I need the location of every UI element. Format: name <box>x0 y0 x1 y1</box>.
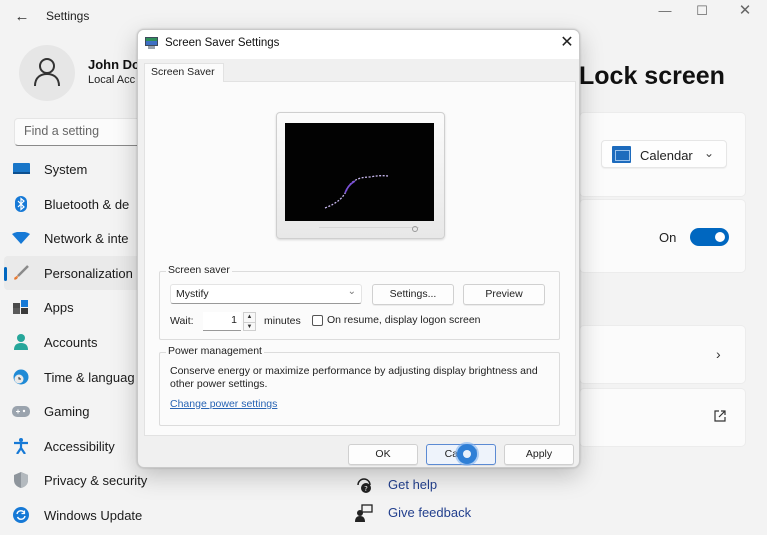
lock-screen-status-dropdown[interactable]: Calendar ⌄ <box>601 140 727 168</box>
feedback-icon <box>355 504 373 522</box>
change-power-settings-link[interactable]: Change power settings <box>170 398 277 410</box>
bluetooth-icon <box>12 195 30 212</box>
apply-button[interactable]: Apply <box>504 444 574 465</box>
close-window-button[interactable]: ✕ <box>730 2 760 22</box>
sidebar-item-bluetooth[interactable]: Bluetooth & de <box>0 187 150 222</box>
click-cursor-indicator <box>457 444 477 464</box>
external-link-icon[interactable] <box>713 409 727 423</box>
feedback-label: Give feedback <box>388 505 472 520</box>
sidebar-item-label: Apps <box>44 300 74 316</box>
apps-icon <box>12 299 30 315</box>
screen-saver-preview-monitor <box>276 112 445 239</box>
preview-screen <box>285 123 434 221</box>
group-legend: Screen saver <box>166 264 232 276</box>
monitor-stand-bar <box>319 227 419 233</box>
maximize-button[interactable]: ☐ <box>687 2 717 22</box>
brush-icon <box>12 264 30 281</box>
sidebar-item-windows-update[interactable]: Windows Update <box>0 498 150 533</box>
sidebar-item-system[interactable]: System <box>0 152 150 187</box>
search-placeholder: Find a setting <box>24 124 100 138</box>
power-description: Conserve energy or maximize performance … <box>170 365 538 390</box>
calendar-icon <box>612 146 631 163</box>
lock-screen-toggle[interactable] <box>690 228 729 246</box>
chevron-down-icon: ⌄ <box>347 286 356 297</box>
svg-text:?: ? <box>364 485 368 493</box>
logon-screen-checkbox-label[interactable]: On resume, display logon screen <box>327 314 481 326</box>
sidebar-item-label: System <box>44 162 88 177</box>
chevron-right-icon[interactable]: › <box>716 346 721 362</box>
power-management-group: Power management Conserve energy or maxi… <box>159 345 560 426</box>
tab-screen-saver[interactable]: Screen Saver <box>144 63 224 82</box>
sidebar-item-label: Gaming <box>44 404 90 420</box>
accessibility-icon <box>12 437 30 454</box>
sidebar-item-time-language[interactable]: Time & languag <box>0 360 150 395</box>
active-indicator <box>4 266 7 281</box>
page-title: Lock screen <box>579 62 725 90</box>
settings-button[interactable]: Settings... <box>372 284 454 305</box>
sidebar-item-label: Time & languag <box>44 369 135 385</box>
group-legend: Power management <box>166 345 264 357</box>
tab-panel: Screen saver Mystify ⌄ Settings... Previ… <box>144 81 576 436</box>
sidebar-item-network[interactable]: Network & inte <box>0 221 150 256</box>
help-label: Get help <box>388 477 438 492</box>
update-icon <box>12 506 30 523</box>
sidebar-item-label: Windows Update <box>44 507 143 523</box>
sidebar-item-label: Personalization <box>44 265 133 281</box>
spin-down-icon[interactable]: ▼ <box>244 322 255 330</box>
dropdown-value: Calendar <box>640 148 693 163</box>
sidebar-item-label: Privacy & security <box>44 473 148 489</box>
minimize-button[interactable]: — <box>650 2 680 22</box>
sidebar-item-accessibility[interactable]: Accessibility <box>0 429 150 464</box>
spin-up-icon[interactable]: ▲ <box>244 313 255 321</box>
wifi-icon <box>12 230 30 246</box>
ok-button[interactable]: OK <box>348 444 418 465</box>
search-input[interactable]: Find a setting <box>14 118 154 146</box>
sidebar-item-label: Accessibility <box>44 438 115 454</box>
wait-label: Wait: <box>170 315 194 327</box>
sidebar-item-gaming[interactable]: Gaming <box>0 394 150 429</box>
back-button[interactable]: ← <box>12 7 32 27</box>
person-icon <box>12 333 30 350</box>
clock-globe-icon <box>12 369 30 385</box>
selected-value: Mystify <box>176 288 209 300</box>
wait-spinner[interactable]: ▲ ▼ <box>243 312 256 331</box>
sidebar-item-apps[interactable]: Apps <box>0 290 150 325</box>
screen-saver-group: Screen saver Mystify ⌄ Settings... Previ… <box>159 264 560 340</box>
minutes-label: minutes <box>264 315 301 327</box>
toggle-state-label: On <box>659 230 677 245</box>
help-icon: ? <box>357 478 371 493</box>
sidebar-item-label: Network & inte <box>44 231 129 247</box>
logon-screen-checkbox[interactable] <box>312 315 323 326</box>
screen-saver-app-icon <box>145 37 158 49</box>
chevron-down-icon: ⌄ <box>704 146 715 160</box>
toggle-knob <box>715 232 725 242</box>
dialog-title: Screen Saver Settings <box>165 37 280 49</box>
sidebar-item-label: Accounts <box>44 334 98 350</box>
screen-saver-dialog: Screen Saver Settings ✕ Screen Saver Scr… <box>137 29 580 468</box>
sidebar-item-privacy[interactable]: Privacy & security <box>0 463 150 498</box>
dialog-title-bar[interactable]: Screen Saver Settings ✕ <box>138 30 579 59</box>
person-icon <box>34 58 60 87</box>
wait-minutes-input[interactable]: 1 <box>203 312 241 331</box>
sidebar-nav: System Bluetooth & de Network & inte Per… <box>0 152 150 533</box>
mystify-preview-graphic <box>324 175 389 209</box>
app-title: Settings <box>46 9 90 23</box>
screen-saver-select[interactable]: Mystify ⌄ <box>170 284 362 304</box>
gamepad-icon <box>12 403 30 419</box>
avatar[interactable] <box>19 45 75 101</box>
sidebar-item-personalization[interactable]: Personalization <box>4 255 150 291</box>
sidebar-item-accounts[interactable]: Accounts <box>0 325 150 360</box>
dialog-close-button[interactable]: ✕ <box>557 33 577 53</box>
sidebar-item-label: Bluetooth & de <box>44 196 130 212</box>
arrow-left-icon: ← <box>14 8 30 25</box>
monitor-power-icon <box>412 226 418 232</box>
profile-account-type: Local Acc <box>88 74 136 86</box>
preview-button[interactable]: Preview <box>463 284 545 305</box>
profile-name: John Do <box>88 57 140 72</box>
monitor-icon <box>12 161 30 177</box>
shield-icon <box>12 472 30 489</box>
